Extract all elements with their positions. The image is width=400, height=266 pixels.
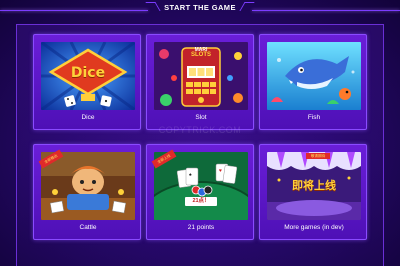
blackjack-thumbnail: ♠ ♥ [154, 152, 248, 220]
fish-thumbnail [267, 42, 361, 110]
svg-text:♥: ♥ [219, 168, 222, 174]
page-title: START THE GAME [164, 3, 236, 12]
header-divider-right [252, 10, 400, 11]
more-games-headline: 即将上线 [292, 180, 336, 192]
game-lobby: START THE GAME Dice Dice MARI SLOTS Slot… [0, 0, 400, 266]
game-card-cattle[interactable]: 全新推出 Cattle [33, 144, 141, 240]
game-label-slot: Slot [195, 114, 207, 121]
game-label-fish: Fish [307, 114, 321, 121]
game-card-slot[interactable]: MARI SLOTS Slot [146, 34, 254, 130]
blackjack-banner: 21点！ [185, 197, 217, 206]
game-card-fish[interactable]: Fish [259, 34, 367, 130]
slot-logo-bottom: SLOTS [190, 52, 211, 58]
header-divider-left [0, 10, 148, 11]
game-card-21-points[interactable]: ♠ ♥ 全新上线 21点！ 21 points [146, 144, 254, 240]
cattle-thumbnail [41, 152, 135, 220]
svg-text:♠: ♠ [189, 172, 192, 178]
game-label-dice: Dice [81, 114, 95, 121]
game-label-21-points: 21 points [187, 224, 215, 231]
dice-logo: Dice [70, 65, 106, 81]
game-card-dice[interactable]: Dice Dice [33, 34, 141, 130]
game-label-more-games: More games (in dev) [284, 224, 344, 231]
game-card-more-games[interactable]: 敬请期待 即将上线 More games (in dev) [259, 144, 367, 240]
watermark: COPYTRICK.COM [158, 125, 242, 135]
more-games-ribbon: 敬请期待 [306, 153, 330, 159]
header: START THE GAME [0, 0, 400, 22]
game-label-cattle: Cattle [79, 224, 97, 231]
